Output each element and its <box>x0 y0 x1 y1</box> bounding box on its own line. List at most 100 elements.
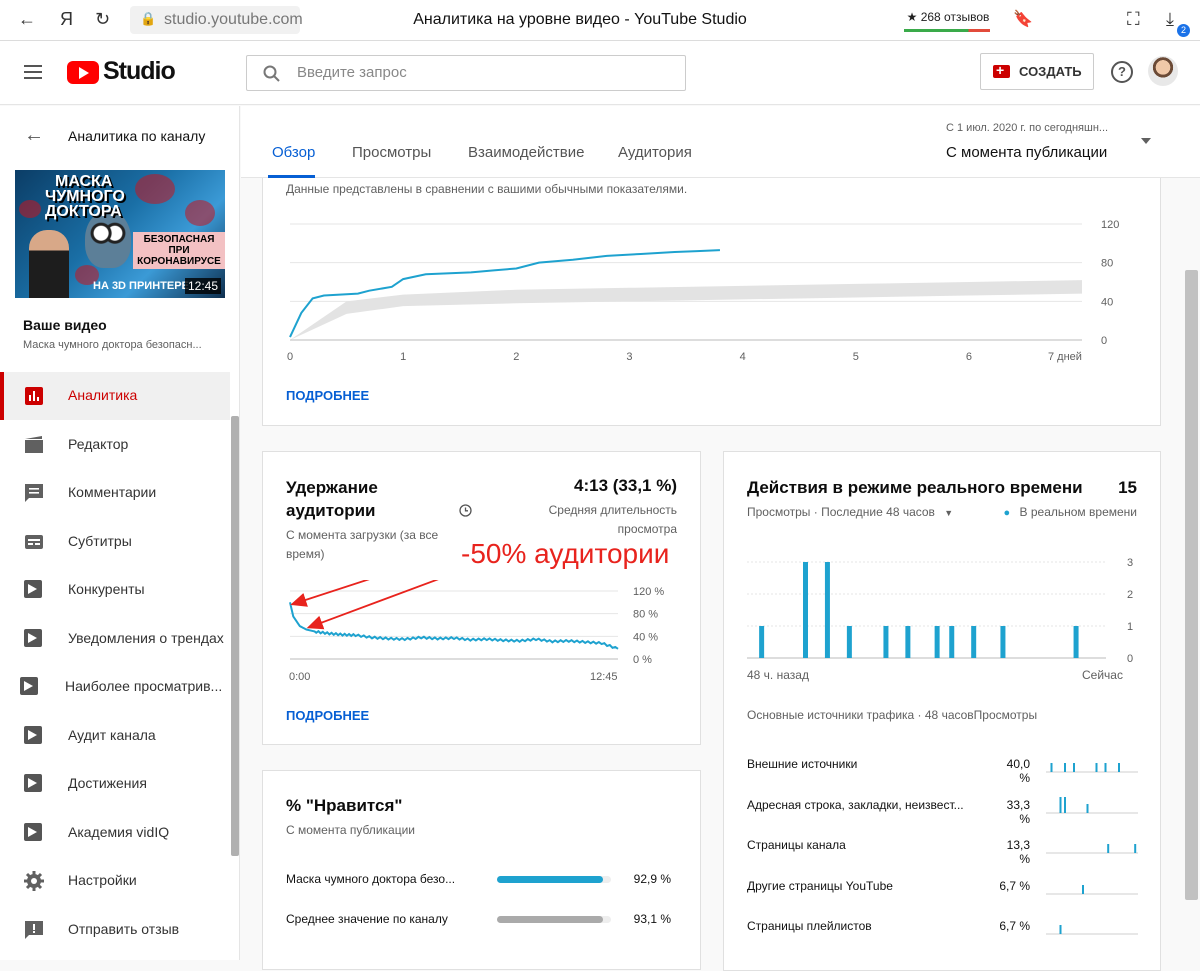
youtube-logo-icon[interactable] <box>67 61 99 84</box>
download-icon[interactable]: ⤓ <box>1166 9 1174 30</box>
realtime-x-start: 48 ч. назад <box>747 668 809 682</box>
likes-subtitle: С момента публикации <box>286 823 415 837</box>
realtime-filter[interactable]: Просмотры · Последние 48 часов ▼ <box>747 505 953 519</box>
sparkline-spike <box>1059 796 1062 813</box>
vidiq-icon <box>24 774 42 792</box>
sparkline-spike <box>1104 763 1107 772</box>
realtime-bar[interactable] <box>803 562 808 658</box>
traffic-source-value: 6,7 % <box>999 919 1030 933</box>
sparkline-spike <box>1073 763 1075 772</box>
video-duration: 12:45 <box>184 278 221 294</box>
realtime-bar[interactable] <box>1000 626 1006 658</box>
annotation-arrow <box>306 580 439 630</box>
tab-title: Аналитика на уровне видео - YouTube Stud… <box>413 11 747 28</box>
annotation-arrow <box>290 580 370 607</box>
retention-y-tick: 40 % <box>633 631 658 643</box>
sidebar-item-11[interactable]: Отправить отзыв <box>0 906 230 954</box>
sparkline-spike <box>1082 884 1084 894</box>
reviews-badge[interactable]: ★ 268 отзывов <box>900 6 996 32</box>
realtime-bar[interactable] <box>1073 626 1079 658</box>
sidebar-item-8[interactable]: Достижения <box>0 760 230 808</box>
views-more-link[interactable]: ПОДРОБНЕЕ <box>286 388 369 403</box>
realtime-bar[interactable] <box>824 562 830 658</box>
back-arrow-icon[interactable]: ← <box>18 9 36 30</box>
tab-engagement[interactable]: Взаимодействие <box>468 144 584 161</box>
likes-bar-fill <box>497 876 603 883</box>
sidebar-item-label: Комментарии <box>68 484 157 500</box>
realtime-bar[interactable] <box>883 626 889 658</box>
download-count-badge: 2 <box>1177 24 1190 37</box>
menu-icon[interactable] <box>24 65 42 79</box>
retention-chart: 120 % 80 % 40 % 0 % 0:00 12:45 <box>289 580 664 683</box>
sidebar-item-10[interactable]: Настройки <box>0 857 230 905</box>
address-bar[interactable]: 🔒 studio.youtube.com <box>130 6 303 34</box>
chevron-down-icon[interactable] <box>1141 138 1151 144</box>
tab-views[interactable]: Просмотры <box>352 144 431 161</box>
realtime-y-tick: 0 <box>1127 653 1133 665</box>
avatar[interactable] <box>1148 56 1178 86</box>
realtime-bar[interactable] <box>846 626 852 658</box>
views-y-tick: 40 <box>1101 296 1113 308</box>
realtime-filter-label: Просмотры · Последние 48 часов <box>747 505 935 519</box>
sidebar-item-6[interactable]: Наиболее просматрив... <box>0 663 230 711</box>
likes-bar-track <box>497 916 611 923</box>
traffic-source-row[interactable]: Другие страницы YouTube 6,7 % <box>724 877 1160 907</box>
realtime-bar[interactable] <box>949 626 955 658</box>
retention-annotation: -50% аудитории <box>461 538 670 569</box>
traffic-source-row[interactable]: Страницы канала 13,3 % <box>724 836 1160 866</box>
realtime-bar[interactable] <box>934 626 940 658</box>
create-button[interactable]: СОЗДАТЬ <box>980 53 1094 90</box>
studio-logo-text[interactable]: Studio <box>103 57 176 86</box>
sparkline-spike <box>1118 763 1120 772</box>
sidebar-item-label: Отправить отзыв <box>68 920 180 937</box>
retention-more-link[interactable]: ПОДРОБНЕЕ <box>286 708 369 723</box>
tab-audience[interactable]: Аудитория <box>618 144 692 161</box>
traffic-source-row[interactable]: Страницы плейлистов 6,7 % <box>724 917 1160 947</box>
sidebar-item-label: Наиболее просматрив... <box>65 678 223 694</box>
yandex-icon[interactable]: Я <box>60 9 73 30</box>
reload-icon[interactable]: ↻ <box>95 9 110 30</box>
arrow-back-icon[interactable]: ← <box>24 124 44 147</box>
sidebar-item-7[interactable]: Аудит канала <box>0 712 230 760</box>
sidebar-scrollbar[interactable] <box>231 416 239 856</box>
traffic-sparkline <box>1046 796 1138 813</box>
date-range-text[interactable]: С 1 июл. 2020 г. по сегодняшн... <box>946 122 1108 134</box>
sidebar-item-9[interactable]: Академия vidIQ <box>0 809 230 857</box>
search-input[interactable] <box>297 64 667 81</box>
video-thumbnail[interactable]: МАСКА ЧУМНОГО ДОКТОРА БЕЗОПАСНАЯ ПРИ КОР… <box>15 170 225 298</box>
translate-icon[interactable]: ⛶ <box>1127 9 1140 30</box>
sidebar-item-5[interactable]: Уведомления о трендах <box>0 615 230 663</box>
page-scrollbar[interactable] <box>1185 270 1198 900</box>
help-icon[interactable]: ? <box>1111 61 1133 83</box>
back-to-channel-analytics[interactable]: ← Аналитика по каналу <box>0 124 240 150</box>
sidebar-item-label: Настройки <box>68 872 137 888</box>
sidebar-item-label: Аудит канала <box>68 726 156 743</box>
sidebar-item-4[interactable]: Конкуренты <box>0 566 230 614</box>
vidiq-icon <box>24 725 42 744</box>
realtime-bar[interactable] <box>759 626 765 658</box>
clock-icon <box>459 504 472 517</box>
traffic-source-row[interactable]: Адресная строка, закладки, неизвест... 33… <box>724 796 1160 826</box>
views-x-tick: 1 <box>400 351 406 363</box>
vidiq-icon <box>20 677 38 695</box>
gear-icon <box>24 871 44 891</box>
retention-value-caption: Средняя длительность просмотра <box>548 503 677 536</box>
bookmark-icon[interactable]: 🔖 <box>1013 9 1033 29</box>
traffic-source-row[interactable]: Внешние источники 40,0 % <box>724 755 1160 785</box>
sidebar-item-label: Уведомления о трендах <box>68 629 224 646</box>
realtime-bar[interactable] <box>905 626 911 658</box>
sidebar-item-2[interactable]: Комментарии <box>0 469 230 517</box>
sparkline-spike <box>1095 763 1098 772</box>
realtime-x-end: Сейчас <box>1082 668 1123 682</box>
tab-overview[interactable]: Обзор <box>272 144 315 161</box>
sidebar-item-3[interactable]: Субтитры <box>0 518 230 566</box>
realtime-chart: 3 2 1 0 <box>747 557 1133 665</box>
sidebar-item-1[interactable]: Редактор <box>0 421 230 469</box>
realtime-bar[interactable] <box>971 626 977 658</box>
traffic-source-label: Адресная строка, закладки, неизвест... <box>747 797 964 812</box>
sidebar-item-0[interactable]: Аналитика <box>0 372 230 420</box>
search-box[interactable] <box>246 55 686 91</box>
editor-icon <box>24 435 44 455</box>
date-range-value[interactable]: С момента публикации <box>946 144 1107 161</box>
traffic-sparkline <box>1046 763 1138 773</box>
